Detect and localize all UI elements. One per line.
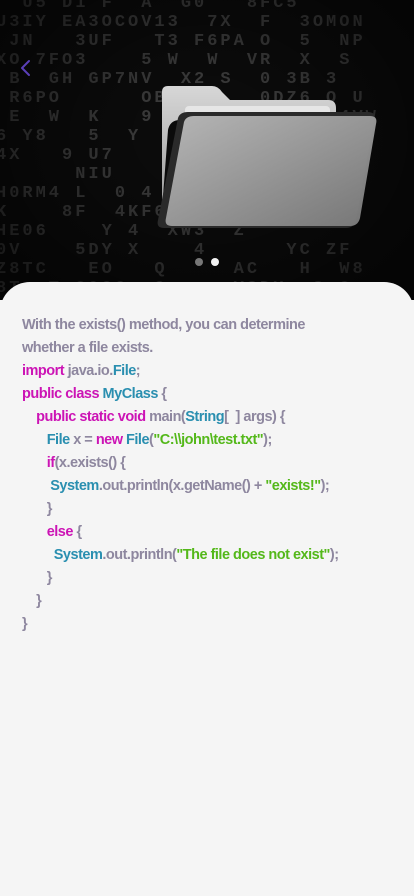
code-token: [ ] args) { [224, 409, 286, 425]
code-line: public class MyClass { [22, 383, 402, 406]
code-token: } [22, 593, 42, 609]
folder-open-icon [150, 80, 380, 240]
code-token: .out.println(x.getName() + [98, 478, 266, 494]
code-line: } [22, 567, 402, 590]
code-line: System.out.println(x.getName() + "exists… [22, 475, 402, 498]
code-line: public static void main(String[ ] args) … [22, 406, 402, 429]
code-token: "exists!" [265, 478, 321, 494]
code-token: main( [149, 409, 186, 425]
code-token: x = [69, 432, 96, 448]
code-token: MyClass [102, 386, 159, 402]
lesson-content: With the exists() method, you can determ… [22, 314, 402, 636]
code-token: File [112, 363, 136, 379]
chevron-left-icon [21, 60, 30, 76]
code-token: ; [135, 363, 141, 379]
code-token: ); [320, 478, 330, 494]
code-token: String [185, 409, 225, 425]
code-token: else [46, 524, 74, 540]
code-line: } [22, 613, 402, 636]
code-token: if [46, 455, 55, 471]
code-line: } [22, 590, 402, 613]
code-token: .out.println( [102, 547, 177, 563]
pager-dots [0, 258, 414, 266]
code-line: } [22, 498, 402, 521]
code-line: File x = new File("C:\\john\test.txt"); [22, 429, 402, 452]
code-line: import java.io.File; [22, 360, 402, 383]
code-token: File [46, 432, 70, 448]
hero-banner: U5 D1 F A G0 8FC5 U3IY EA3OCOV13 7X F 3O… [0, 0, 414, 300]
code-token: (x.exists() { [54, 455, 126, 471]
code-token: import [22, 363, 65, 379]
code-token: ); [263, 432, 272, 448]
code-token: "The file does not exist" [176, 547, 330, 563]
code-token: System [53, 547, 103, 563]
code-token: new [95, 432, 127, 448]
code-line: if(x.exists() { [22, 452, 402, 475]
code-line: System.out.println("The file does not ex… [22, 544, 402, 567]
code-token: { [157, 386, 167, 402]
code-token: public class [22, 386, 103, 402]
code-token: System [50, 478, 99, 494]
code-token: java.io. [64, 363, 114, 379]
code-block: import java.io.File; public class MyClass… [22, 360, 402, 636]
lesson-description: With the exists() method, you can determ… [22, 317, 305, 356]
code-token: ); [329, 547, 339, 563]
code-token: } [22, 570, 53, 586]
pager-dot-active[interactable] [211, 258, 219, 266]
code-token: { [72, 524, 82, 540]
code-line: else { [22, 521, 402, 544]
pager-dot[interactable] [195, 258, 203, 266]
code-token: "C:\\john\test.txt" [153, 432, 264, 448]
back-button[interactable] [14, 56, 38, 80]
code-token: } [22, 616, 28, 632]
code-token: } [22, 501, 53, 517]
code-token: File [126, 432, 150, 448]
code-token: public static void [36, 409, 150, 425]
